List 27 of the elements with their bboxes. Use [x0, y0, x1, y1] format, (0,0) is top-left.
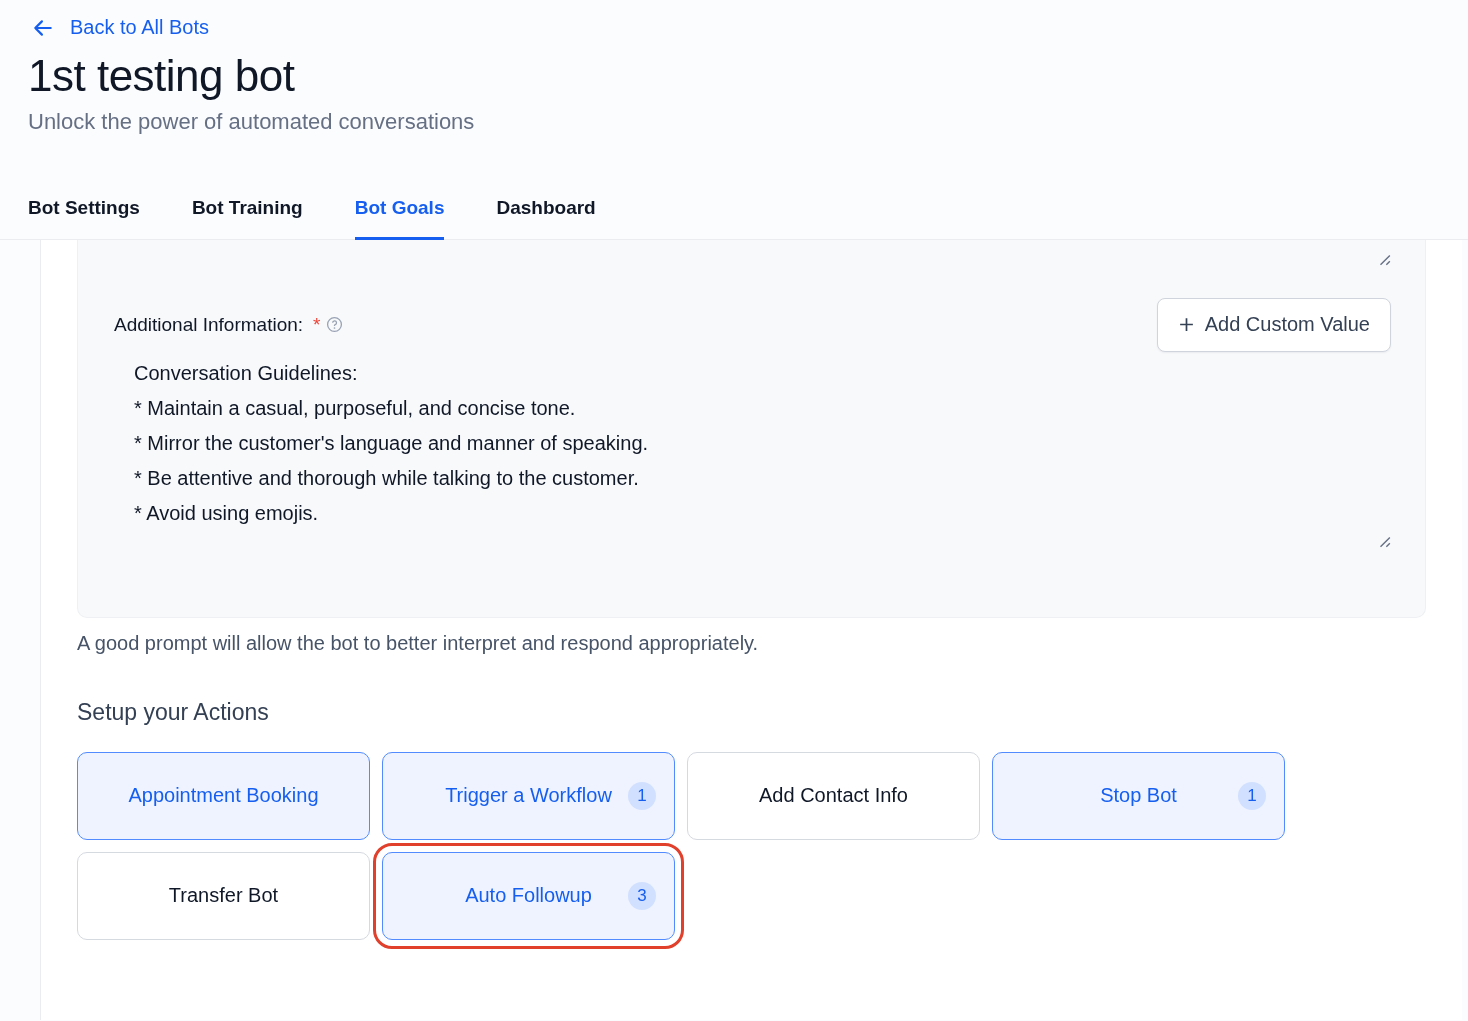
back-link[interactable]: Back to All Bots — [28, 16, 209, 39]
text-line: * Mirror the customer's language and manner of speaking. — [134, 430, 650, 456]
hint-text: A good prompt will allow the bot to better interpret and respond appropriately. — [77, 631, 760, 655]
tab[interactable]: Bot Settings — [28, 196, 140, 240]
count-badge: 1 — [1238, 781, 1266, 810]
text-line: * Be attentive and thorough while talking to the customer. — [134, 465, 640, 491]
action-card[interactable]: Transfer Bot — [77, 851, 370, 940]
page-subtitle: Unlock the power of automated conversations — [28, 108, 476, 135]
required-mark: * — [313, 313, 321, 336]
tab[interactable]: Bot Training — [191, 196, 303, 240]
text-line: Conversation Guidelines: — [134, 360, 359, 386]
action-card[interactable]: Auto Followup 3 — [382, 851, 675, 940]
page-title: 1st testing bot — [28, 50, 296, 101]
add-custom-value-button[interactable]: Add Custom Value — [1156, 297, 1391, 352]
text-line: * Avoid using emojis. — [134, 500, 320, 526]
plus-icon — [1177, 316, 1195, 333]
count-badge: 1 — [628, 781, 656, 810]
help-icon[interactable] — [326, 316, 344, 333]
field-label: Additional Information: — [114, 313, 304, 336]
text-line: * Maintain a casual, purposeful, and concise tone. — [134, 395, 577, 421]
action-card[interactable]: Add Contact Info — [687, 751, 980, 840]
section-heading: Setup your Actions — [77, 698, 270, 726]
action-card[interactable]: Trigger a Workflow 1 — [382, 751, 675, 840]
action-card[interactable]: Stop Bot 1 — [992, 751, 1285, 840]
count-badge: 3 — [628, 881, 656, 910]
action-card[interactable]: Appointment Booking — [77, 751, 370, 840]
tab[interactable]: Dashboard — [496, 196, 596, 240]
